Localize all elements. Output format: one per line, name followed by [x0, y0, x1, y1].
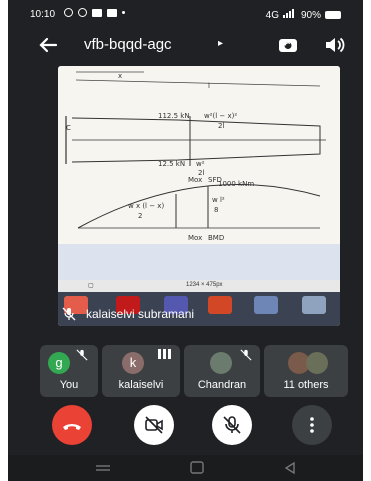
- network-label: 4G: [265, 9, 279, 21]
- svg-text:x: x: [118, 72, 122, 80]
- camera-off-icon: [145, 416, 163, 434]
- image-viewer-status-bar: ▢ 1234 × 475px: [58, 280, 340, 292]
- end-call-button[interactable]: [52, 405, 92, 445]
- load-bottom-label: 12.5 kN: [158, 160, 185, 168]
- hang-up-icon: [63, 424, 81, 430]
- battery-percent: 90%: [300, 9, 321, 21]
- mic-off-icon: [76, 349, 88, 361]
- svg-text:Mox: Mox: [188, 234, 202, 242]
- more-options-button[interactable]: [292, 405, 332, 445]
- participant-tile-you[interactable]: g You: [40, 345, 98, 397]
- whatsapp-icon: [78, 8, 87, 17]
- participant-tile-chandran[interactable]: Chandran: [184, 345, 260, 397]
- meeting-code[interactable]: vfb-bqqd-agc: [84, 36, 172, 53]
- svg-text:l: l: [208, 82, 210, 90]
- mic-off-icon: [240, 349, 252, 361]
- avatar: [306, 352, 328, 374]
- svg-text:w x (l − x): w x (l − x): [128, 202, 164, 210]
- participant-name: You: [59, 379, 79, 391]
- viewer-background: [58, 244, 340, 280]
- home-icon[interactable]: [190, 461, 204, 474]
- photo-icon: [107, 8, 117, 17]
- message-icon: [92, 8, 102, 17]
- svg-text:Mox: Mox: [188, 176, 202, 184]
- presenter-label: kalaiselvi subramani: [62, 304, 340, 324]
- more-notifications-icon: [122, 11, 125, 14]
- battery-icon: [325, 11, 341, 19]
- switch-camera-button[interactable]: [276, 33, 300, 57]
- speaker-icon: [326, 37, 345, 53]
- bmd-label: BMD: [208, 234, 224, 242]
- shared-screen: x l C 112.5 kN w²(l − x)² 2l 12.5 kN w² …: [58, 66, 340, 326]
- caret-right-icon[interactable]: ▸: [218, 38, 223, 49]
- avatar: k: [122, 352, 144, 374]
- avatar: g: [48, 352, 70, 374]
- status-time: 10:10: [30, 9, 56, 20]
- speaking-indicator-icon: [158, 349, 171, 359]
- recents-icon[interactable]: [96, 465, 110, 471]
- top-bar: vfb-bqqd-agc ▸: [8, 30, 363, 62]
- point-load-label: 1000 kNm: [218, 180, 254, 188]
- participant-tile-others[interactable]: 11 others: [264, 345, 348, 397]
- sync-icon: [64, 8, 73, 17]
- presenter-name: kalaiselvi subramani: [86, 307, 195, 321]
- signal-icon: [282, 9, 297, 21]
- back-nav-icon[interactable]: [284, 461, 295, 475]
- participant-name: 11 others: [283, 379, 329, 391]
- image-icon: ▢: [88, 283, 94, 289]
- system-nav-bar: [8, 455, 363, 481]
- participant-name: kalaiselvi: [118, 379, 164, 391]
- mic-off-icon: [223, 416, 241, 434]
- audio-output-button[interactable]: [322, 33, 346, 57]
- svg-text:w l²: w l²: [212, 196, 225, 204]
- beam-diagram: x l C 112.5 kN w²(l − x)² 2l 12.5 kN w² …: [65, 71, 326, 242]
- avatar: [210, 352, 232, 374]
- svg-text:w²(l − x)²: w²(l − x)²: [204, 112, 237, 120]
- camera-toggle-button[interactable]: [134, 405, 174, 445]
- participant-name: Chandran: [197, 379, 247, 391]
- svg-text:w²: w²: [196, 160, 205, 168]
- whiteboard-image: x l C 112.5 kN w²(l − x)² 2l 12.5 kN w² …: [58, 66, 340, 244]
- svg-text:C: C: [66, 124, 71, 132]
- load-top-label: 112.5 kN: [158, 112, 190, 120]
- participant-tile-kalaiselvi[interactable]: k kalaiselvi: [102, 345, 180, 397]
- status-right: 4G 90%: [266, 9, 341, 21]
- mic-toggle-button[interactable]: [212, 405, 252, 445]
- meet-call-screen: 10:10 4G 90% vfb-bqqd-agc ▸ x l C 112.5 …: [8, 0, 363, 481]
- mic-off-icon: [62, 307, 76, 321]
- back-button[interactable]: [36, 33, 60, 57]
- svg-text:2l: 2l: [218, 122, 224, 130]
- svg-text:2: 2: [138, 212, 142, 220]
- arrow-left-icon: [39, 37, 58, 53]
- status-bar: 10:10 4G 90%: [8, 0, 363, 28]
- participant-strip: g You k kalaiselvi Chandran 11 others: [40, 345, 352, 397]
- image-dimensions: 1234 × 475px: [186, 282, 223, 288]
- notification-icons: [64, 8, 125, 17]
- more-vertical-icon: [310, 417, 314, 433]
- switch-camera-icon: [279, 39, 297, 52]
- svg-text:8: 8: [214, 206, 218, 214]
- call-controls: [8, 405, 363, 445]
